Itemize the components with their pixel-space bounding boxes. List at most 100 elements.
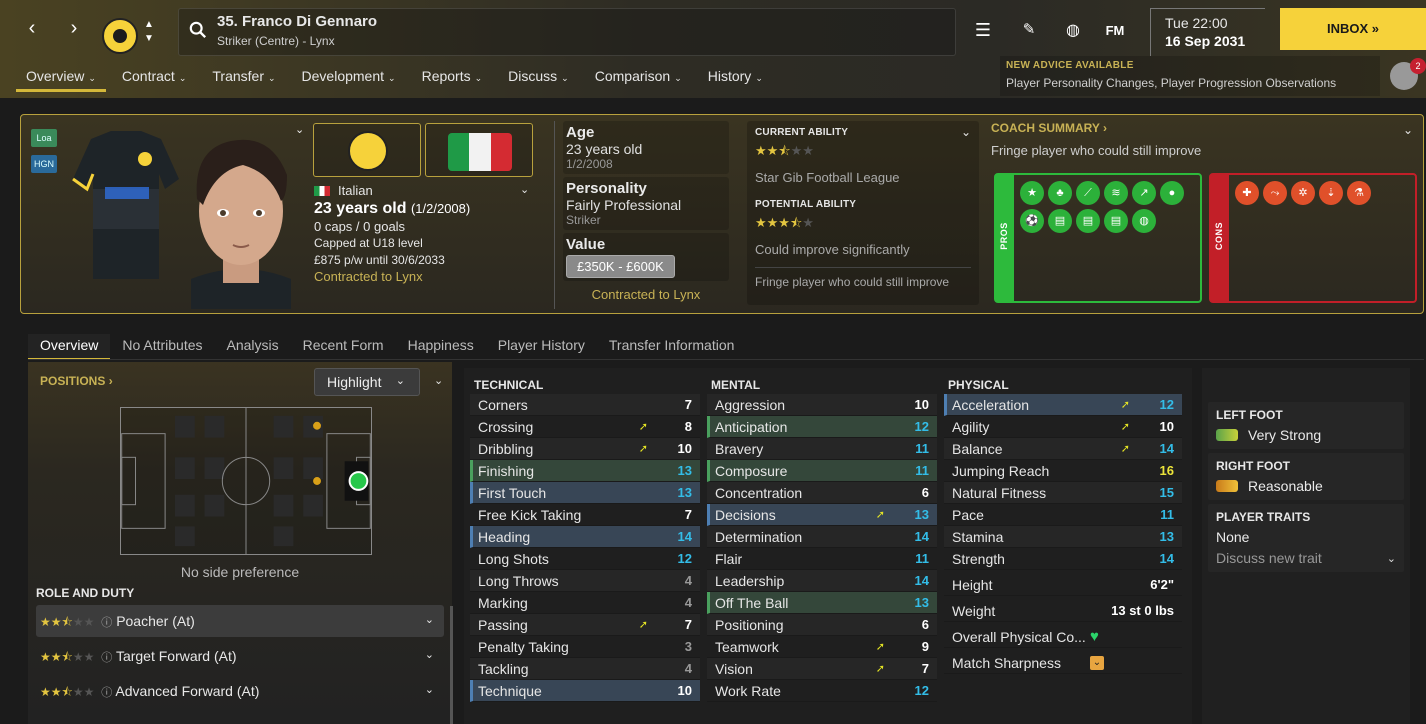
attribute-row[interactable]: Corners 7: [470, 394, 700, 416]
attribute-row[interactable]: Work Rate 12: [707, 680, 937, 702]
info-icon[interactable]: ⓘ: [101, 652, 112, 664]
advice-panel[interactable]: NEW ADVICE AVAILABLE Player Personality …: [1000, 56, 1380, 96]
back-icon[interactable]: ‹: [20, 16, 44, 40]
attribute-row[interactable]: Off The Ball 13: [707, 592, 937, 614]
attribute-row[interactable]: Natural Fitness 15: [944, 482, 1182, 504]
break-icon[interactable]: ✲: [1291, 181, 1315, 205]
menu-icon[interactable]: ☰: [970, 20, 996, 42]
fm-icon[interactable]: FM: [1102, 20, 1128, 42]
report-icon[interactable]: ▤: [1104, 209, 1128, 233]
attribute-row[interactable]: Aggression 10: [707, 394, 937, 416]
coach-summary-heading[interactable]: COACH SUMMARY ›: [991, 121, 1419, 135]
attribute-row[interactable]: Acceleration ➚ 12: [944, 394, 1182, 416]
globe-icon[interactable]: ◍: [1132, 209, 1156, 233]
club-badge-icon[interactable]: [102, 18, 138, 54]
subtab-overview[interactable]: Overview: [28, 334, 111, 360]
attribute-row[interactable]: Jumping Reach 16: [944, 460, 1182, 482]
match-sharpness-row[interactable]: Match Sharpness ⌄: [944, 652, 1182, 674]
star-icon[interactable]: ★: [1020, 181, 1044, 205]
attribute-row[interactable]: Technique 10: [470, 680, 700, 702]
attribute-row[interactable]: Long Shots 12: [470, 548, 700, 570]
forward-icon[interactable]: ›: [62, 16, 86, 40]
attribute-row[interactable]: Anticipation 12: [707, 416, 937, 438]
attribute-row[interactable]: Balance ➚ 14: [944, 438, 1182, 460]
attribute-row[interactable]: Composure 11: [707, 460, 937, 482]
attribute-row[interactable]: Strength 14: [944, 548, 1182, 570]
tab-history[interactable]: History ⌄: [698, 66, 773, 92]
report-icon[interactable]: ▤: [1076, 209, 1100, 233]
value-range[interactable]: £350K - £600K: [566, 255, 675, 278]
info-icon[interactable]: ⓘ: [101, 687, 112, 699]
positions-heading[interactable]: POSITIONS ›: [40, 374, 113, 388]
chevron-down-icon[interactable]: ⌄: [295, 123, 304, 136]
attribute-row[interactable]: First Touch 13: [470, 482, 700, 504]
player-search-bar[interactable]: 35. Franco Di Gennaro Striker (Centre) -…: [178, 8, 956, 56]
attribute-row[interactable]: Bravery 11: [707, 438, 937, 460]
contracted-to[interactable]: Contracted to Lynx: [314, 269, 534, 284]
scrollbar[interactable]: [450, 606, 453, 724]
attribute-row[interactable]: Passing ➚ 7: [470, 614, 700, 636]
attribute-row[interactable]: Agility ➚ 10: [944, 416, 1182, 438]
tape-icon[interactable]: ⟋: [1076, 181, 1100, 205]
attribute-row[interactable]: Concentration 6: [707, 482, 937, 504]
tab-comparison[interactable]: Comparison ⌄: [585, 66, 692, 92]
attribute-row[interactable]: Teamwork ➚ 9: [707, 636, 937, 658]
ball-icon[interactable]: ⚽: [1020, 209, 1044, 233]
attribute-row[interactable]: Decisions ➚ 13: [707, 504, 937, 526]
role-item[interactable]: ★★⯪★★ ⓘ Target Forward (At) ⌄: [36, 640, 444, 672]
globe-icon[interactable]: ◍: [1060, 20, 1086, 42]
attribute-row[interactable]: Heading 14: [470, 526, 700, 548]
attribute-row[interactable]: Leadership 14: [707, 570, 937, 592]
subtab-recent-form[interactable]: Recent Form: [291, 334, 396, 360]
inbox-button[interactable]: INBOX »: [1280, 8, 1426, 50]
role-item[interactable]: ★★⯪★★ ⓘ Advanced Forward (At) ⌄: [36, 675, 444, 707]
overall-physical-condition-row[interactable]: Overall Physical Co... ♥: [944, 626, 1182, 648]
ladder-icon[interactable]: ≋: [1104, 181, 1128, 205]
chevron-down-icon[interactable]: ⌄: [961, 125, 971, 139]
attribute-row[interactable]: Determination 14: [707, 526, 937, 548]
edit-icon[interactable]: ✎: [1016, 20, 1042, 42]
role-item[interactable]: ★★⯪★★ ⓘ Poacher (At) ⌄: [36, 605, 444, 637]
subtab-happiness[interactable]: Happiness: [396, 334, 486, 360]
stats-down-icon[interactable]: ⇣: [1319, 181, 1343, 205]
head-icon[interactable]: ●: [1160, 181, 1184, 205]
subtab-analysis[interactable]: Analysis: [215, 334, 291, 360]
sprout-icon[interactable]: ♣: [1048, 181, 1072, 205]
status-tag-loan[interactable]: Loa: [31, 129, 57, 147]
highlight-dropdown[interactable]: Highlight ⌄: [314, 368, 420, 396]
tab-reports[interactable]: Reports ⌄: [412, 66, 493, 92]
attribute-row[interactable]: Vision ➚ 7: [707, 658, 937, 680]
tab-transfer[interactable]: Transfer ⌄: [202, 66, 285, 92]
info-icon[interactable]: ⓘ: [101, 617, 112, 629]
chevron-down-icon[interactable]: ⌄: [434, 374, 443, 387]
tab-overview[interactable]: Overview ⌄: [16, 66, 106, 92]
medical-cross-icon[interactable]: ✚: [1235, 181, 1259, 205]
subtab-player-history[interactable]: Player History: [486, 334, 597, 360]
nation-flag-card[interactable]: [425, 123, 533, 177]
attribute-row[interactable]: Positioning 6: [707, 614, 937, 636]
chart-up-icon[interactable]: ↗: [1132, 181, 1156, 205]
club-logo-card[interactable]: [313, 123, 421, 177]
status-tag-hgn[interactable]: HGN: [31, 155, 57, 173]
game-date[interactable]: Tue 22:00 16 Sep 2031: [1150, 8, 1265, 56]
attribute-row[interactable]: Tackling 4: [470, 658, 700, 680]
value-contract[interactable]: Contracted to Lynx: [563, 287, 729, 302]
tab-contract[interactable]: Contract ⌄: [112, 66, 196, 92]
chevron-down-icon[interactable]: ⌄: [520, 183, 529, 196]
attribute-row[interactable]: Crossing ➚ 8: [470, 416, 700, 438]
nationality[interactable]: Italian ⌄: [314, 183, 534, 198]
attribute-row[interactable]: Long Throws 4: [470, 570, 700, 592]
report-icon[interactable]: ▤: [1048, 209, 1072, 233]
prev-next-player-icon[interactable]: ▲ ▼: [144, 18, 154, 46]
attribute-row[interactable]: Flair 11: [707, 548, 937, 570]
attribute-row[interactable]: Pace 11: [944, 504, 1182, 526]
flask-icon[interactable]: ⚗: [1347, 181, 1371, 205]
subtab-no-attributes[interactable]: No Attributes: [110, 334, 214, 360]
attribute-row[interactable]: Stamina 13: [944, 526, 1182, 548]
attribute-row[interactable]: Free Kick Taking 7: [470, 504, 700, 526]
tab-discuss[interactable]: Discuss ⌄: [498, 66, 579, 92]
attribute-row[interactable]: Finishing 13: [470, 460, 700, 482]
attribute-row[interactable]: Dribbling ➚ 10: [470, 438, 700, 460]
attribute-row[interactable]: Marking 4: [470, 592, 700, 614]
discuss-trait[interactable]: Discuss new trait ⌄: [1216, 550, 1396, 566]
